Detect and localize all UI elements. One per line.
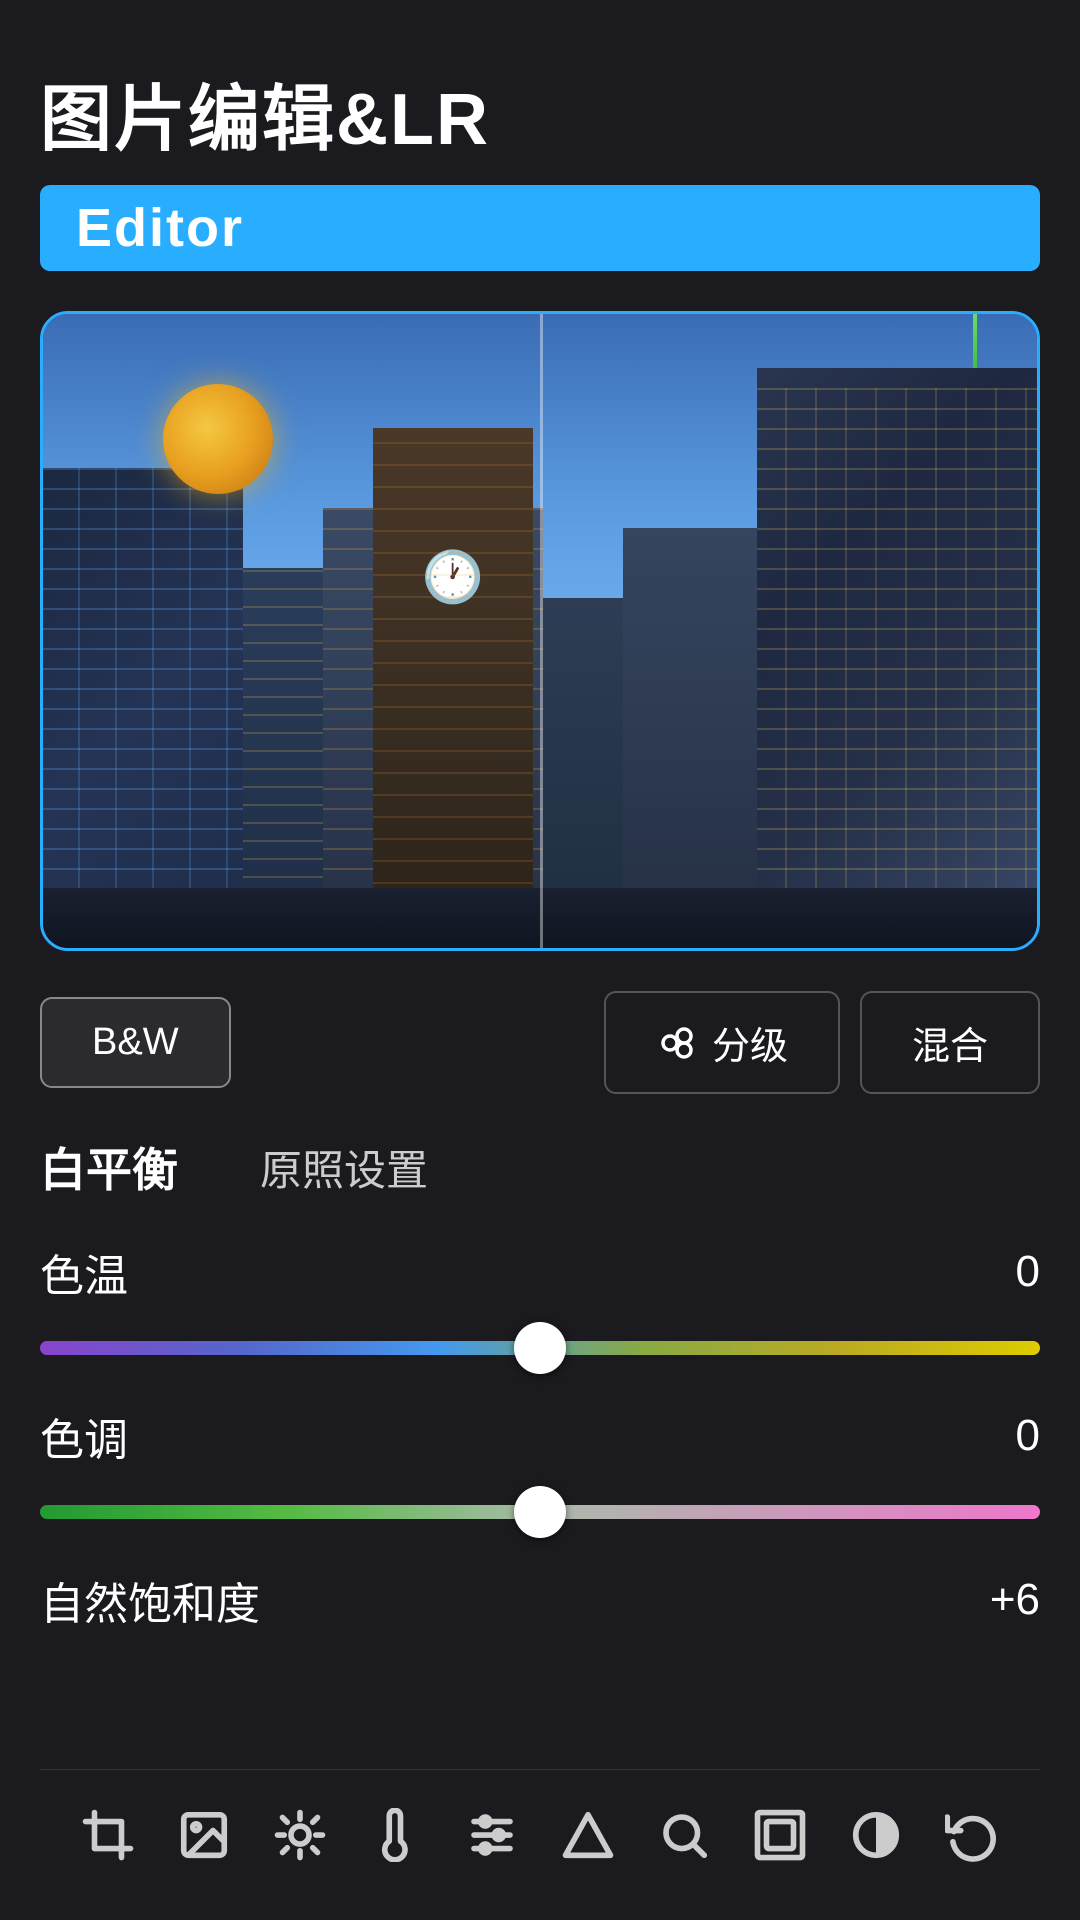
temperature-slider-row: 色温 0 xyxy=(40,1240,1040,1374)
moon xyxy=(163,384,273,494)
editor-badge: Editor xyxy=(40,185,1040,271)
sun-nav-icon[interactable] xyxy=(265,1800,335,1870)
tint-track xyxy=(40,1505,1040,1519)
wb-value: 原照设置 xyxy=(260,1137,428,1198)
white-balance-row: 白平衡 原照设置 xyxy=(40,1134,1040,1200)
grade-button[interactable]: 分级 xyxy=(604,991,840,1094)
toolbar-row: B&W 分级 混合 xyxy=(40,991,1040,1094)
circle-half-nav-icon[interactable] xyxy=(841,1800,911,1870)
thermometer-nav-icon[interactable] xyxy=(361,1800,431,1870)
temperature-track-container[interactable] xyxy=(40,1322,1040,1374)
bw-button[interactable]: B&W xyxy=(40,997,231,1088)
frame-nav-icon[interactable] xyxy=(745,1800,815,1870)
tint-track-container[interactable] xyxy=(40,1486,1040,1538)
temperature-value: 0 xyxy=(1016,1247,1040,1297)
tint-label: 色调 xyxy=(40,1404,128,1468)
search-nav-icon[interactable] xyxy=(649,1800,719,1870)
mix-button[interactable]: 混合 xyxy=(860,991,1040,1094)
tint-thumb[interactable] xyxy=(514,1486,566,1538)
sliders-nav-icon[interactable] xyxy=(457,1800,527,1870)
image-nav-icon[interactable] xyxy=(169,1800,239,1870)
triangle-nav-icon[interactable] xyxy=(553,1800,623,1870)
compare-divider[interactable] xyxy=(540,314,543,948)
temperature-track xyxy=(40,1341,1040,1355)
temperature-label: 色温 xyxy=(40,1240,128,1304)
image-preview[interactable] xyxy=(40,311,1040,951)
tint-value: 0 xyxy=(1016,1411,1040,1461)
app-title: 图片编辑&LR xyxy=(40,60,1040,165)
city-scene xyxy=(43,314,1037,948)
grade-icon xyxy=(656,1022,698,1064)
vibrancy-label: 自然饱和度 xyxy=(40,1568,260,1632)
temperature-header: 色温 0 xyxy=(40,1240,1040,1304)
app-container: 图片编辑&LR Editor B&W xyxy=(0,0,1080,1920)
undo-nav-icon[interactable] xyxy=(937,1800,1007,1870)
crop-nav-icon[interactable] xyxy=(73,1800,143,1870)
controls-section: B&W 分级 混合 白平衡 原照设置 色温 xyxy=(40,991,1040,1769)
vibrancy-value: +6 xyxy=(990,1575,1040,1625)
vibrancy-row: 自然饱和度 +6 xyxy=(40,1568,1040,1652)
bottom-nav xyxy=(40,1769,1040,1890)
temperature-thumb[interactable] xyxy=(514,1322,566,1374)
tint-header: 色调 0 xyxy=(40,1404,1040,1468)
tint-slider-row: 色调 0 xyxy=(40,1404,1040,1538)
wb-label: 白平衡 xyxy=(40,1134,200,1200)
